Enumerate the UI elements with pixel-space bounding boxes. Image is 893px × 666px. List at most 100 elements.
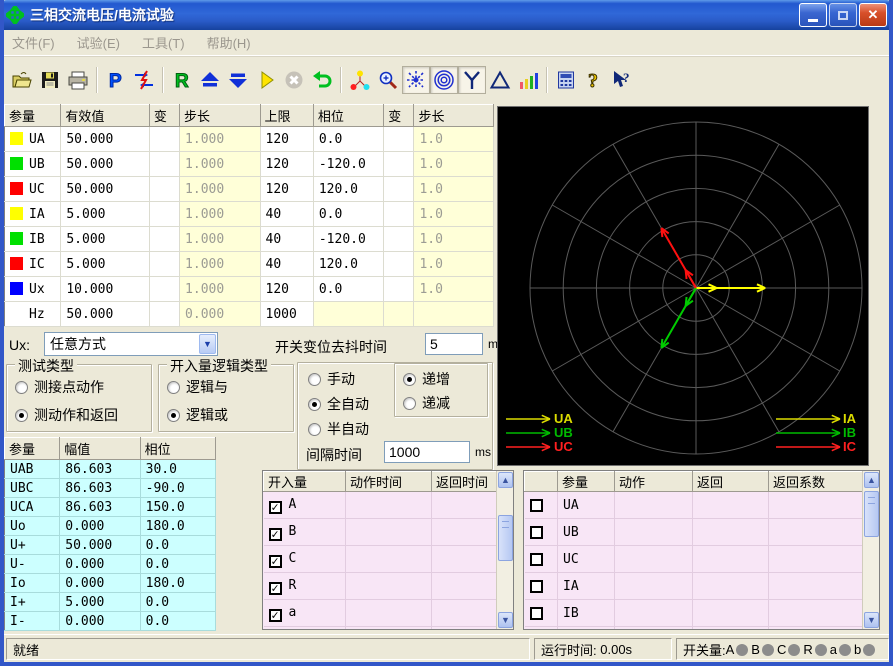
var-cell[interactable] (149, 177, 179, 202)
bar-chart-button[interactable] (514, 66, 542, 94)
column-header[interactable]: 相位 (140, 438, 215, 460)
var-cell[interactable] (149, 152, 179, 177)
ux-mode-combobox[interactable]: 任意方式 ▼ (44, 332, 218, 356)
rms-cell[interactable]: 10.000 (61, 277, 150, 302)
var-cell[interactable] (384, 277, 414, 302)
param-name-cell[interactable]: UC (558, 546, 615, 573)
phase-cell[interactable]: 0.0 (313, 202, 383, 227)
column-header[interactable]: 有效值 (61, 105, 150, 127)
checked-checkbox[interactable]: ✓ (269, 555, 282, 568)
step-cell[interactable]: 1.0 (414, 227, 494, 252)
var-cell[interactable] (384, 227, 414, 252)
debounce-input[interactable]: 5 (425, 333, 483, 355)
menu-file[interactable]: 文件(F) (12, 33, 55, 52)
menu-test[interactable]: 试验(E) (77, 33, 120, 52)
checked-checkbox[interactable]: ✓ (269, 501, 282, 514)
var-cell[interactable] (384, 152, 414, 177)
var-cell[interactable] (384, 252, 414, 277)
phase-cell[interactable]: 0.0 (313, 127, 383, 152)
limit-cell[interactable]: 120 (260, 152, 313, 177)
column-header[interactable]: 动作 (615, 472, 693, 492)
radio-contact-action[interactable]: 测接点动作 (15, 377, 104, 397)
column-header[interactable]: 相位 (313, 105, 383, 127)
var-cell[interactable] (149, 227, 179, 252)
checkbox-cell[interactable] (525, 492, 558, 519)
menu-tools[interactable]: 工具(T) (142, 33, 185, 52)
step-cell[interactable]: 1.000 (180, 227, 260, 252)
unchecked-checkbox[interactable] (530, 499, 543, 512)
calculator-button[interactable] (552, 66, 580, 94)
param-name-cell[interactable]: IA (558, 573, 615, 600)
param-name-cell[interactable]: UA (558, 492, 615, 519)
save-button[interactable] (36, 66, 64, 94)
checkbox-cell[interactable]: ✓A (264, 492, 346, 519)
context-help-button[interactable]: ? (608, 66, 636, 94)
step-cell[interactable]: 1.000 (180, 202, 260, 227)
radio-full-auto[interactable]: 全自动 (308, 394, 369, 414)
var-cell[interactable] (384, 127, 414, 152)
rms-cell[interactable]: 50.000 (61, 152, 150, 177)
delta-connection-button[interactable] (486, 66, 514, 94)
column-header[interactable]: 变 (384, 105, 414, 127)
unchecked-checkbox[interactable] (530, 607, 543, 620)
stop-button[interactable] (280, 66, 308, 94)
rms-cell[interactable]: 50.000 (61, 302, 150, 327)
input-table-scrollbar[interactable]: ▲ ▼ (496, 471, 513, 629)
checkbox-cell[interactable]: ✓B (264, 519, 346, 546)
unchecked-checkbox[interactable] (530, 580, 543, 593)
column-header[interactable]: 开入量 (264, 472, 346, 492)
maximize-button[interactable] (829, 3, 857, 27)
phase-cell[interactable]: 120.0 (313, 177, 383, 202)
rms-cell[interactable]: 5.000 (61, 227, 150, 252)
scrollbar-thumb[interactable] (864, 491, 879, 537)
checkbox-cell[interactable] (525, 600, 558, 627)
step-cell[interactable]: 1.000 (180, 152, 260, 177)
scroll-up-icon[interactable]: ▲ (864, 472, 879, 488)
phase-cell[interactable]: 120.0 (313, 252, 383, 277)
column-header[interactable]: 动作时间 (346, 472, 432, 492)
rms-cell[interactable]: 5.000 (61, 252, 150, 277)
radio-action-return[interactable]: 测动作和返回 (15, 405, 118, 425)
raise-button[interactable] (196, 66, 224, 94)
limit-cell[interactable]: 40 (260, 202, 313, 227)
limit-cell[interactable]: 40 (260, 252, 313, 277)
step-cell[interactable]: 0.000 (180, 302, 260, 327)
var-cell[interactable] (149, 277, 179, 302)
column-header[interactable]: 返回系数 (769, 472, 864, 492)
rms-cell[interactable]: 50.000 (61, 127, 150, 152)
limit-cell[interactable]: 120 (260, 177, 313, 202)
checkbox-cell[interactable]: ✓R (264, 573, 346, 600)
step-cell[interactable]: 1.0 (414, 127, 494, 152)
var-cell[interactable] (384, 177, 414, 202)
checkbox-cell[interactable]: ✓C (264, 546, 346, 573)
column-header[interactable]: 参量 (5, 438, 60, 460)
radio-logic-or[interactable]: 逻辑或 (167, 405, 228, 425)
checked-checkbox[interactable]: ✓ (269, 582, 282, 595)
step-cell[interactable]: 1.0 (414, 152, 494, 177)
checkbox-cell[interactable] (525, 546, 558, 573)
column-header[interactable]: 上限 (260, 105, 313, 127)
short-circuit-button[interactable] (130, 66, 158, 94)
result-table-scrollbar[interactable]: ▲ ▼ (862, 471, 879, 629)
step-cell[interactable]: 1.0 (414, 277, 494, 302)
radio-decrease[interactable]: 递减 (403, 393, 450, 413)
step-cell[interactable]: 1.0 (414, 202, 494, 227)
column-header[interactable]: 返回 (693, 472, 769, 492)
chevron-down-icon[interactable]: ▼ (199, 334, 216, 354)
column-header[interactable]: 参量 (5, 105, 61, 127)
radio-logic-and[interactable]: 逻辑与 (167, 377, 228, 397)
radio-increase[interactable]: 递增 (403, 369, 450, 389)
phase-cell[interactable] (313, 302, 383, 327)
param-name-cell[interactable]: UB (558, 519, 615, 546)
rms-cell[interactable]: 5.000 (61, 202, 150, 227)
unchecked-checkbox[interactable] (530, 526, 543, 539)
column-header[interactable]: 返回时间 (432, 472, 498, 492)
vector-diagram-button[interactable] (346, 66, 374, 94)
open-button[interactable] (8, 66, 36, 94)
step-cell[interactable]: 1.000 (180, 177, 260, 202)
column-header[interactable] (525, 472, 558, 492)
close-button[interactable]: ✕ (859, 3, 887, 27)
radio-semi-auto[interactable]: 半自动 (308, 419, 369, 439)
checked-checkbox[interactable]: ✓ (269, 528, 282, 541)
interval-input[interactable]: 1000 (384, 441, 470, 463)
